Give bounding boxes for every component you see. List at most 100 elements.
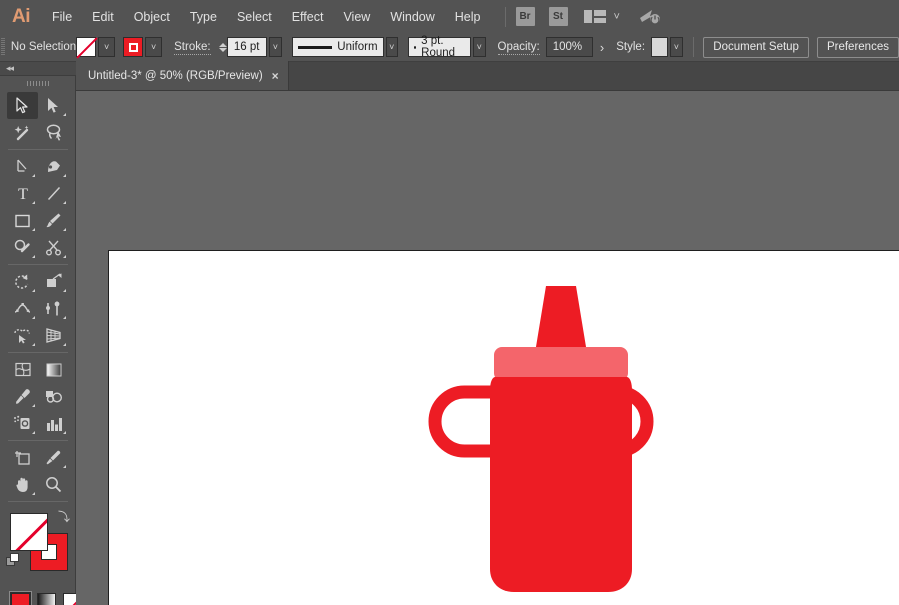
eyedropper-tool[interactable] <box>7 383 38 410</box>
menu-select[interactable]: Select <box>227 0 282 33</box>
workspace-switcher-icon <box>584 10 606 23</box>
magic-wand-tool[interactable] <box>7 119 38 146</box>
gradient-mode-button[interactable] <box>35 591 58 605</box>
chevron-down-icon: ˅ <box>614 11 620 23</box>
stroke-weight-dropdown[interactable]: ˅ <box>269 37 281 57</box>
flyout-indicator-icon <box>63 316 66 319</box>
free-transform-tool[interactable] <box>38 295 69 322</box>
flyout-indicator-icon <box>32 404 35 407</box>
menu-view[interactable]: View <box>333 0 380 33</box>
bridge-button[interactable]: Br <box>516 0 535 33</box>
stroke-swatch[interactable] <box>123 37 143 57</box>
variable-width-profile-dropdown[interactable]: ˅ <box>386 37 398 57</box>
gradient-tool[interactable] <box>38 356 69 383</box>
stroke-weight-stepper[interactable] <box>219 37 227 57</box>
sync-settings-button[interactable] <box>638 0 662 33</box>
menu-bar: Ai File Edit Object Type Select Effect V… <box>0 0 899 33</box>
rectangle-tool[interactable] <box>7 207 38 234</box>
flyout-indicator-icon <box>32 431 35 434</box>
fill-swatch[interactable] <box>76 37 96 57</box>
flyout-indicator-icon <box>63 201 66 204</box>
color-controls: ⤵ <box>0 509 76 587</box>
canvas-area[interactable] <box>76 91 899 605</box>
column-graph-tool[interactable] <box>38 410 69 437</box>
paint-modes <box>0 587 75 605</box>
menu-type[interactable]: Type <box>180 0 227 33</box>
lasso-tool[interactable] <box>38 119 69 146</box>
zoom-tool[interactable] <box>38 471 69 498</box>
direct-selection-tool[interactable] <box>38 92 69 119</box>
graphic-style-swatch[interactable] <box>651 37 668 57</box>
stock-icon: St <box>549 7 568 26</box>
illustrator-window: Ai File Edit Object Type Select Effect V… <box>0 0 899 605</box>
flyout-indicator-icon <box>63 343 66 346</box>
pen-tool[interactable] <box>7 153 38 180</box>
menu-window[interactable]: Window <box>380 0 444 33</box>
flyout-indicator-icon <box>32 343 35 346</box>
brush-dot-icon <box>414 46 416 49</box>
menu-object[interactable]: Object <box>124 0 180 33</box>
line-segment-tool[interactable] <box>38 180 69 207</box>
menu-effect[interactable]: Effect <box>282 0 334 33</box>
paintbrush-tool[interactable] <box>38 207 69 234</box>
collapse-panel-icon[interactable]: ◂◂ <box>6 63 13 74</box>
uniform-profile-icon <box>298 46 333 49</box>
bridge-icon: Br <box>516 7 535 26</box>
graphic-style-dropdown[interactable]: ˅ <box>670 37 682 57</box>
hand-tool[interactable] <box>7 471 38 498</box>
opacity-label[interactable]: Opacity: <box>498 40 540 55</box>
shaper-tool[interactable] <box>7 234 38 261</box>
preferences-button[interactable]: Preferences <box>817 37 899 58</box>
perspective-grid-tool[interactable] <box>38 322 69 349</box>
stock-button[interactable]: St <box>549 0 568 33</box>
curvature-tool[interactable] <box>38 153 69 180</box>
scale-tool[interactable] <box>38 268 69 295</box>
document-tab-title: Untitled-3* @ 50% (RGB/Preview) <box>88 70 263 82</box>
stroke-label[interactable]: Stroke: <box>174 40 210 55</box>
app-logo: Ai <box>0 0 42 33</box>
stroke-weight-input[interactable]: 16 pt <box>227 37 267 57</box>
selection-status: No Selection <box>7 41 76 53</box>
tools-divider <box>8 149 68 150</box>
mesh-tool[interactable] <box>7 356 38 383</box>
sync-settings-icon <box>638 8 662 26</box>
opacity-input[interactable]: 100% <box>546 37 593 57</box>
type-tool[interactable]: T <box>7 180 38 207</box>
blend-tool[interactable] <box>38 383 69 410</box>
menu-file[interactable]: File <box>42 0 82 33</box>
tools-panel-grip[interactable] <box>0 76 75 90</box>
artboard-tool[interactable] <box>7 444 38 471</box>
tools-divider <box>8 501 68 502</box>
selection-tool[interactable] <box>7 92 38 119</box>
close-icon[interactable]: × <box>272 70 279 82</box>
workspace-switcher[interactable]: ˅ <box>584 0 620 33</box>
menu-edit[interactable]: Edit <box>82 0 124 33</box>
variable-width-profile-input[interactable]: Uniform <box>292 37 384 57</box>
menubar-divider <box>505 7 506 27</box>
tools-panel-header[interactable]: ◂◂ <box>0 62 76 76</box>
symbol-sprayer-tool[interactable] <box>7 410 38 437</box>
document-setup-button[interactable]: Document Setup <box>703 37 809 58</box>
opacity-options-arrow[interactable]: › <box>600 40 604 55</box>
fill-color-box[interactable] <box>10 513 48 551</box>
rotate-tool[interactable] <box>7 268 38 295</box>
default-fill-stroke-icon[interactable] <box>6 553 19 566</box>
flyout-indicator-icon <box>63 228 66 231</box>
shape-builder-tool[interactable] <box>7 322 38 349</box>
style-label: Style: <box>616 41 645 53</box>
gradient-mode-icon <box>37 593 56 605</box>
fill-dropdown[interactable]: ˅ <box>98 37 115 57</box>
swap-fill-stroke-icon[interactable]: ⤵ <box>58 511 70 523</box>
control-bar-grip[interactable] <box>0 33 7 62</box>
brush-definition-dropdown[interactable]: ˅ <box>473 37 485 57</box>
flyout-indicator-icon <box>63 431 66 434</box>
document-tab[interactable]: Untitled-3* @ 50% (RGB/Preview) × <box>76 61 289 90</box>
width-tool[interactable] <box>7 295 38 322</box>
color-mode-button[interactable] <box>9 591 32 605</box>
brush-definition-input[interactable]: 3 pt. Round <box>408 37 471 57</box>
menu-help[interactable]: Help <box>445 0 491 33</box>
slice-tool[interactable] <box>38 444 69 471</box>
flyout-indicator-icon <box>63 255 66 258</box>
scissors-tool[interactable] <box>38 234 69 261</box>
stroke-dropdown[interactable]: ˅ <box>145 37 162 57</box>
